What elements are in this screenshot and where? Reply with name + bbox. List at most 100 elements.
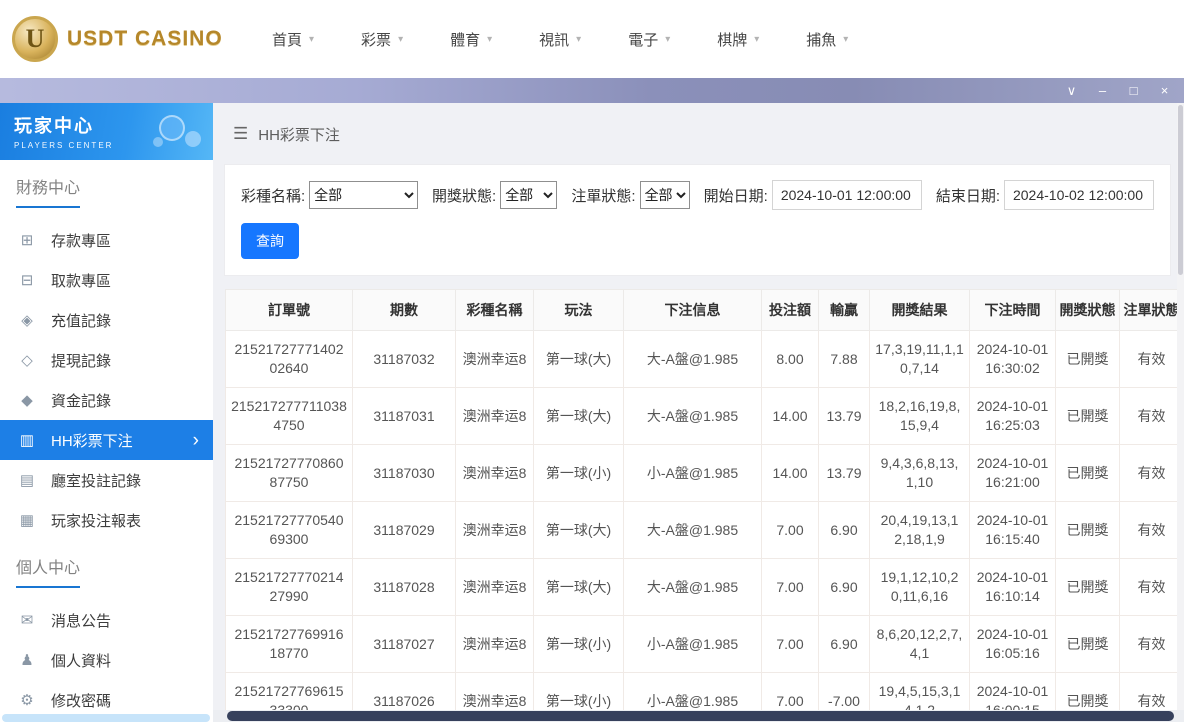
search-button[interactable]: 查詢	[241, 223, 299, 259]
nav-item[interactable]: 首頁▾	[272, 29, 314, 50]
collapse-icon[interactable]: ∨	[1056, 78, 1087, 103]
table-cell: 31187028	[353, 559, 456, 616]
table-cell: 第一球(大)	[534, 331, 624, 388]
minimize-icon[interactable]: –	[1087, 78, 1118, 103]
horizontal-scrollbar-thumb[interactable]	[227, 711, 1174, 721]
hamburger-menu-icon[interactable]: ☰	[233, 124, 248, 144]
table-cell: 大-A盤@1.985	[624, 559, 762, 616]
nav-item[interactable]: 體育▾	[450, 29, 492, 50]
table-cell: 17,3,19,11,1,10,7,14	[870, 331, 970, 388]
table-cell: 2152172777140202640	[226, 331, 353, 388]
breadcrumb: ☰ HH彩票下注	[213, 103, 1184, 165]
lottery-bet-icon: ▥	[18, 431, 36, 449]
lottery-name-select[interactable]: 全部	[309, 181, 418, 209]
funds-record-icon: ◆	[18, 391, 36, 409]
lottery-name-label: 彩種名稱:	[241, 185, 305, 206]
table-cell: 13.79	[819, 445, 870, 502]
nav-item[interactable]: 視訊▾	[539, 29, 581, 50]
table-cell: 澳洲幸运8	[456, 388, 534, 445]
table-cell: 31187029	[353, 502, 456, 559]
column-header: 訂單號	[226, 290, 353, 331]
brand-logo-text: USDT CASINO	[67, 27, 223, 51]
sidebar-item[interactable]: ⊟取款專區	[0, 260, 213, 300]
nav-item[interactable]: 捕魚 ▾	[806, 29, 848, 50]
vertical-scrollbar-thumb[interactable]	[1178, 105, 1183, 275]
sidebar-item-label: 存款專區	[51, 230, 111, 251]
main-layout: 玩家中心 PLAYERS CENTER 財務中心⊞存款專區⊟取款專區◈充值記錄◇…	[0, 103, 1184, 722]
table-cell: 31187031	[353, 388, 456, 445]
sidebar-item[interactable]: ▤廳室投註記錄	[0, 460, 213, 500]
sidebar-item[interactable]: ◆ 資金記錄	[0, 380, 213, 420]
table-cell: 6.90	[819, 616, 870, 673]
table-cell: 14.00	[762, 388, 819, 445]
column-header: 開獎結果	[870, 290, 970, 331]
sidebar-section-heading-text: 財務中心	[16, 174, 80, 208]
nav-item[interactable]: 棋牌▾	[717, 29, 759, 50]
nav-item-label: 電子	[628, 29, 658, 50]
close-icon[interactable]: ×	[1149, 78, 1180, 103]
table-cell: 第一球(大)	[534, 388, 624, 445]
nav-item[interactable]: 電子 ▾	[628, 29, 670, 50]
sidebar-bottom-strip	[2, 714, 210, 722]
table-cell: 大-A盤@1.985	[624, 388, 762, 445]
table-cell: 8,6,20,12,2,7,4,1	[870, 616, 970, 673]
content-area: ☰ HH彩票下注 彩種名稱: 全部 開獎狀態: 全部 注單狀態: 全部 開始日期…	[213, 103, 1184, 722]
nav-item[interactable]: 彩票▾	[361, 29, 403, 50]
column-header: 玩法	[534, 290, 624, 331]
end-date-label: 結束日期:	[936, 185, 1000, 206]
sidebar-item[interactable]: ⊞存款專區	[0, 220, 213, 260]
app-header: U USDT CASINO 首頁▾彩票▾體育▾視訊▾電子▾棋牌▾捕魚▾	[0, 0, 1184, 78]
chevron-down-icon: ▾	[309, 34, 314, 45]
sidebar-item-label: 資金記錄	[51, 390, 111, 411]
table-cell: 7.00	[762, 502, 819, 559]
chevron-down-icon: ▾	[843, 34, 848, 45]
page-title: HH彩票下注	[258, 124, 340, 145]
sidebar-item[interactable]: ♟個人資料	[0, 640, 213, 680]
table-row: 215217277711038475031187031澳洲幸运8第一球(大)大-…	[226, 388, 1184, 445]
table-row: 215217277702142799031187028澳洲幸运8第一球(大)大-…	[226, 559, 1184, 616]
table-cell: 小-A盤@1.985	[624, 616, 762, 673]
chevron-down-icon: ▾	[487, 34, 492, 45]
table-cell: 第一球(大)	[534, 502, 624, 559]
table-cell: 澳洲幸运8	[456, 559, 534, 616]
column-header: 輸贏	[819, 290, 870, 331]
table-cell: 7.88	[819, 331, 870, 388]
table-cell: 已開獎	[1056, 445, 1120, 502]
order-status-select[interactable]: 全部	[640, 181, 690, 209]
sidebar-item[interactable]: ✉消息公告	[0, 600, 213, 640]
nav-item-label: 捕魚	[806, 29, 836, 50]
table-cell: 2152172777054069300	[226, 502, 353, 559]
table-cell: 13.79	[819, 388, 870, 445]
sidebar-item[interactable]: ◇提現記錄	[0, 340, 213, 380]
table-cell: 已開獎	[1056, 331, 1120, 388]
table-cell: 已開獎	[1056, 502, 1120, 559]
sidebar-item[interactable]: ▦玩家投注報表	[0, 500, 213, 540]
chips-decoration-icon	[143, 111, 203, 155]
end-date-input[interactable]	[1004, 180, 1154, 210]
table-cell: 已開獎	[1056, 388, 1120, 445]
table-cell: 已開獎	[1056, 616, 1120, 673]
table-cell: 有效	[1120, 445, 1184, 502]
draw-status-select[interactable]: 全部	[500, 181, 557, 209]
sidebar-item[interactable]: ▥HH彩票下注›	[0, 420, 213, 460]
table-cell: 20,4,19,13,12,18,1,9	[870, 502, 970, 559]
sidebar-item-label: 個人資料	[51, 650, 111, 671]
maximize-icon[interactable]: □	[1118, 78, 1149, 103]
horizontal-scrollbar[interactable]	[213, 710, 1184, 722]
sidebar-item-label: 取款專區	[51, 270, 111, 291]
nav-item-label: 彩票	[361, 29, 391, 50]
sidebar-item[interactable]: ◈充值記錄	[0, 300, 213, 340]
order-status-label: 注單狀態:	[571, 185, 635, 206]
vertical-scrollbar[interactable]	[1177, 103, 1184, 710]
hall-bet-record-icon: ▤	[18, 471, 36, 489]
table-cell: 2024-10-01 16:10:14	[970, 559, 1056, 616]
chevron-down-icon: ▾	[665, 34, 670, 45]
filter-bar: 彩種名稱: 全部 開獎狀態: 全部 注單狀態: 全部 開始日期: 結束日期:	[241, 180, 1154, 210]
table-cell: 14.00	[762, 445, 819, 502]
sidebar-section-heading: 個人中心	[0, 540, 213, 588]
table-cell: 2024-10-01 16:25:03	[970, 388, 1056, 445]
start-date-input[interactable]	[772, 180, 922, 210]
table-cell: 澳洲幸运8	[456, 502, 534, 559]
table-cell: 有效	[1120, 616, 1184, 673]
table-cell: 第一球(小)	[534, 445, 624, 502]
